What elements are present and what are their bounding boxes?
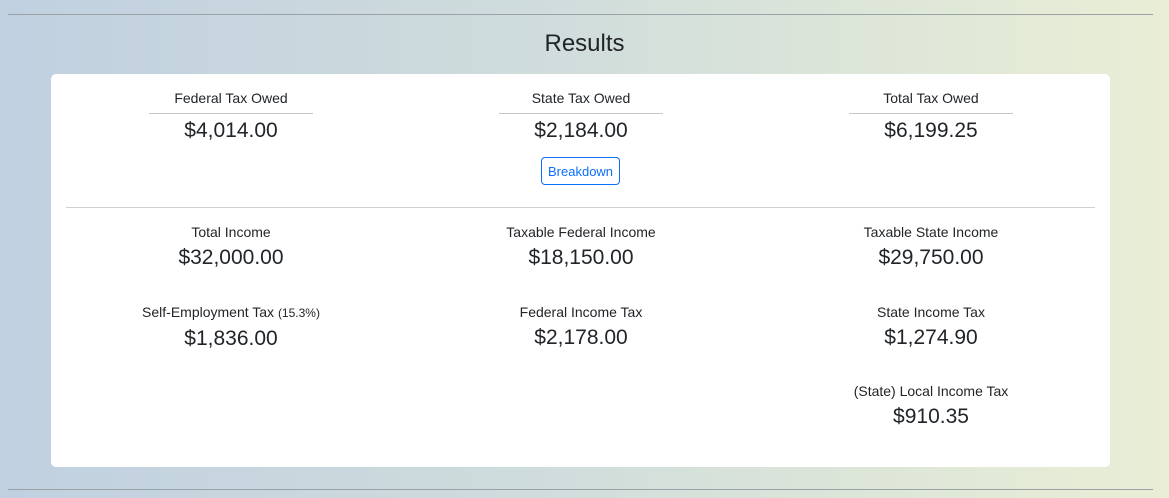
state-tax-owed-value: $2,184.00 [534, 119, 628, 142]
state-tax-owed: State Tax Owed $2,184.00 [401, 89, 761, 144]
taxable-federal-income-label: Taxable Federal Income [506, 224, 656, 240]
total-tax-owed: Total Tax Owed $6,199.25 [751, 89, 1111, 144]
state-income-tax: State Income Tax $1,274.90 [751, 303, 1111, 351]
federal-tax-owed: Federal Tax Owed $4,014.00 [51, 89, 411, 144]
total-income: Total Income $32,000.00 [51, 223, 411, 271]
taxable-state-income-value: $29,750.00 [878, 246, 984, 269]
self-employment-tax-value: $1,836.00 [184, 327, 278, 350]
breakdown-button[interactable]: Breakdown [541, 157, 620, 185]
local-income-tax-value: $910.35 [893, 405, 969, 428]
federal-underline [149, 113, 313, 114]
bottom-divider [8, 489, 1153, 490]
taxable-state-income-label: Taxable State Income [863, 224, 999, 240]
state-income-tax-value: $1,274.90 [884, 326, 978, 349]
local-income-tax: (State) Local Income Tax $910.35 [751, 382, 1111, 430]
total-tax-owed-value: $6,199.25 [884, 119, 978, 142]
taxable-federal-income-value: $18,150.00 [528, 246, 634, 269]
self-employment-tax-rate: (15.3%) [277, 306, 320, 320]
federal-tax-owed-value: $4,014.00 [184, 119, 278, 142]
state-underline [499, 113, 663, 114]
total-underline [849, 113, 1013, 114]
self-employment-tax: Self-Employment Tax (15.3%) $1,836.00 [51, 303, 411, 352]
results-card: Federal Tax Owed $4,014.00 State Tax Owe… [51, 74, 1110, 467]
taxable-state-income: Taxable State Income $29,750.00 [751, 223, 1111, 271]
top-divider [8, 14, 1153, 15]
federal-income-tax: Federal Income Tax $2,178.00 [401, 303, 761, 351]
section-divider [66, 207, 1095, 208]
self-employment-tax-label-text: Self-Employment Tax [142, 304, 275, 320]
local-income-tax-label: (State) Local Income Tax [853, 383, 1009, 399]
self-employment-tax-label: Self-Employment Tax (15.3%) [51, 303, 411, 322]
federal-tax-owed-label: Federal Tax Owed [174, 90, 288, 106]
state-income-tax-label: State Income Tax [877, 304, 985, 320]
page-title: Results [544, 30, 625, 57]
total-income-label: Total Income [191, 224, 271, 240]
total-income-value: $32,000.00 [178, 246, 284, 269]
federal-income-tax-value: $2,178.00 [534, 326, 628, 349]
total-tax-owed-label: Total Tax Owed [883, 90, 979, 106]
state-tax-owed-label: State Tax Owed [531, 90, 631, 106]
taxable-federal-income: Taxable Federal Income $18,150.00 [401, 223, 761, 271]
federal-income-tax-label: Federal Income Tax [519, 304, 643, 320]
